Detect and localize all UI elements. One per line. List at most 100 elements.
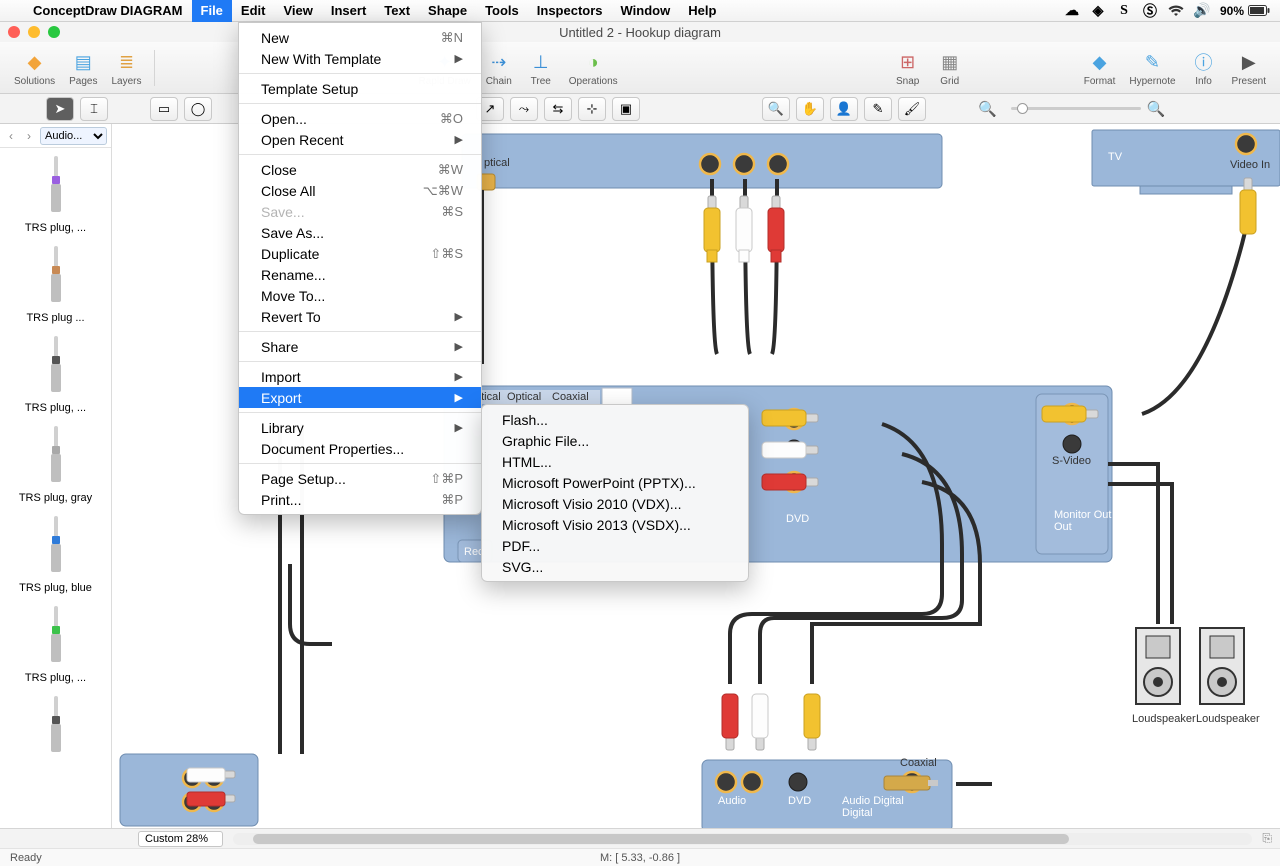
menu-text[interactable]: Text [375,0,419,22]
menu-item[interactable]: Save As... [239,222,481,243]
app-name[interactable]: ConceptDraw DIAGRAM [24,3,192,18]
zoom-out-icon[interactable]: 🔍 [978,100,997,118]
tb-operations[interactable]: ◑Operations [563,44,624,92]
conn-tool-3[interactable]: ⇆ [544,97,572,121]
menu-item[interactable]: Open...⌘O [239,108,481,129]
menu-item[interactable]: Library▶ [239,417,481,438]
conn-tool-5[interactable]: ▣ [612,97,640,121]
tb-solutions[interactable]: ◆Solutions [8,44,61,92]
conn-tool-2[interactable]: ⤳ [510,97,538,121]
window-title: Untitled 2 - Hookup diagram [559,25,721,40]
skype-icon[interactable]: Ⓢ [1142,3,1158,19]
footer-bar: Ready M: [ 5.33, -0.86 ] [0,848,1280,866]
person-tool[interactable]: 👤 [830,97,858,121]
menu-item[interactable]: Import▶ [239,366,481,387]
menu-item[interactable]: Open Recent▶ [239,129,481,150]
nav-fwd[interactable]: › [22,129,36,143]
tb-chain[interactable]: ⇢Chain [479,44,519,92]
menu-item[interactable]: Close All⌥⌘W [239,180,481,201]
library-select[interactable]: Audio... [40,127,107,145]
svg-text:TV: TV [1108,151,1123,163]
menu-item[interactable]: New⌘N [239,27,481,48]
tb-hypernote[interactable]: ✎Hypernote [1123,44,1181,92]
tb-layers[interactable]: ≣Layers [106,44,148,92]
menu-file[interactable]: File [192,0,232,22]
submenu-item[interactable]: HTML... [482,451,748,472]
tb-snap[interactable]: ⊞Snap [888,44,928,92]
minimize-window-button[interactable] [28,26,40,38]
conn-tool-4[interactable]: ⊹ [578,97,606,121]
main-toolbar: ◆Solutions ▤Pages ≣Layers ✦Rapid Draw ⇢C… [0,42,1280,94]
battery-status[interactable]: 90% [1220,4,1270,18]
pointer-tool[interactable]: ➤ [46,97,74,121]
tb-format[interactable]: ◆Format [1078,44,1122,92]
cloud-icon[interactable]: ☁ [1064,3,1080,19]
menu-item[interactable]: Revert To▶ [239,306,481,327]
menu-edit[interactable]: Edit [232,0,275,22]
menu-insert[interactable]: Insert [322,0,375,22]
library-item[interactable]: TRS plug, ... [0,148,111,238]
menu-item[interactable]: Page Setup...⇧⌘P [239,468,481,489]
menu-item[interactable]: Duplicate⇧⌘S [239,243,481,264]
h-scrollbar[interactable] [233,833,1252,845]
submenu-item[interactable]: Graphic File... [482,430,748,451]
menu-item[interactable]: Template Setup [239,78,481,99]
zoom-select[interactable]: Custom 28% [138,831,223,847]
menu-item[interactable]: Print...⌘P [239,489,481,510]
volume-icon[interactable]: 🔊 [1194,3,1210,19]
status-bar: Custom 28% ⎘ [0,828,1280,848]
tb-tree[interactable]: ⊥Tree [521,44,561,92]
sidebar-nav: ‹ › Audio... [0,124,111,148]
nav-back[interactable]: ‹ [4,129,18,143]
menu-item[interactable]: Export▶ [239,387,481,408]
shape-rect[interactable]: ▭ [150,97,178,121]
library-item[interactable]: TRS plug, ... [0,598,111,688]
mouse-coords: M: [ 5.33, -0.86 ] [600,852,680,864]
shape-circle[interactable]: ◯ [184,97,212,121]
close-window-button[interactable] [8,26,20,38]
menu-item[interactable]: Share▶ [239,336,481,357]
zoom-slider[interactable] [1011,107,1141,110]
menu-window[interactable]: Window [612,0,680,22]
submenu-item[interactable]: PDF... [482,535,748,556]
svg-text:Loudspeaker: Loudspeaker [1132,713,1196,725]
zoom-in-icon[interactable]: 🔍 [1147,100,1166,118]
menu-item[interactable]: Move To... [239,285,481,306]
menu-view[interactable]: View [274,0,321,22]
tb-info[interactable]: ⓘInfo [1184,44,1224,92]
svg-text:Monitor Out: Monitor Out [1054,509,1111,521]
tb-grid[interactable]: ▦Grid [930,44,970,92]
submenu-item[interactable]: Microsoft Visio 2013 (VSDX)... [482,514,748,535]
s-icon[interactable]: S [1116,3,1132,19]
menu-item[interactable]: Rename... [239,264,481,285]
menu-tools[interactable]: Tools [476,0,528,22]
menu-help[interactable]: Help [679,0,725,22]
library-item[interactable]: TRS plug, gray [0,418,111,508]
tb-pages[interactable]: ▤Pages [63,44,103,92]
tb-present[interactable]: ▶Present [1226,44,1272,92]
eyedropper-tool[interactable]: ✎ [864,97,892,121]
text-tool[interactable]: ⌶ [80,97,108,121]
library-sidebar: ‹ › Audio... TRS plug, ...TRS plug ...TR… [0,124,112,828]
submenu-item[interactable]: Flash... [482,409,748,430]
brush-tool[interactable]: 🖌 [898,97,926,121]
submenu-item[interactable]: Microsoft PowerPoint (PPTX)... [482,472,748,493]
menu-item[interactable]: Close⌘W [239,159,481,180]
library-item[interactable]: TRS plug, blue [0,508,111,598]
library-item[interactable]: TRS plug ... [0,238,111,328]
svg-text:S-Video: S-Video [1052,455,1091,467]
submenu-item[interactable]: SVG... [482,556,748,577]
menu-item[interactable]: Document Properties... [239,438,481,459]
zoom-window-button[interactable] [48,26,60,38]
hand-tool[interactable]: ✋ [796,97,824,121]
submenu-item[interactable]: Microsoft Visio 2010 (VDX)... [482,493,748,514]
menu-inspectors[interactable]: Inspectors [528,0,612,22]
menu-item[interactable]: New With Template▶ [239,48,481,69]
library-item[interactable]: TRS plug, ... [0,328,111,418]
diamond-icon[interactable]: ◈ [1090,3,1106,19]
menu-shape[interactable]: Shape [419,0,476,22]
page-nav-icon[interactable]: ⎘ [1262,831,1272,846]
library-item[interactable] [0,688,111,766]
zoom-tool[interactable]: 🔍 [762,97,790,121]
wifi-icon[interactable] [1168,3,1184,19]
